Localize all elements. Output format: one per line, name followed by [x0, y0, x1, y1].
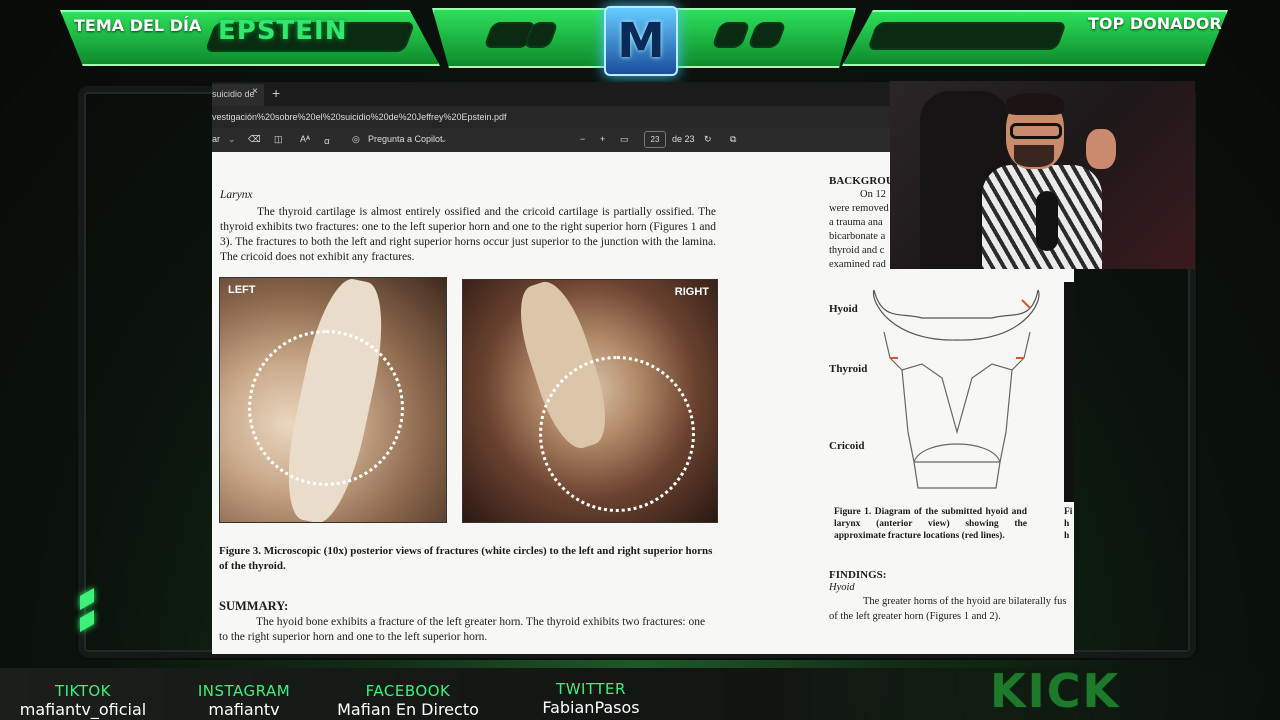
photo-left-label: LEFT — [228, 284, 256, 296]
social-network-name: TIKTOK — [54, 682, 112, 700]
social-handle: Mafian En Directo — [337, 700, 479, 719]
two-page-icon[interactable]: ⧉ — [730, 134, 736, 145]
larynx-paragraph: The thyroid cartilage is almost entirely… — [220, 206, 716, 263]
browser-tabstrip: suicidio de × + — [212, 82, 890, 106]
page-total: de 23 — [672, 134, 695, 144]
figure1-caption: Figure 1. Diagram of the submitted hyoid… — [834, 507, 1027, 541]
streamer-hand — [1086, 129, 1116, 169]
close-tab-icon[interactable]: × — [252, 86, 258, 97]
right-edge-fragment: h — [1064, 531, 1070, 541]
top-donor-label: TOP DONADOR — [1088, 14, 1222, 33]
figure3-caption: Figure 3. Microscopic (10x) posterior vi… — [219, 545, 713, 572]
draw-menu[interactable]: ar — [212, 134, 220, 144]
eraser-icon[interactable]: ⌫ — [248, 134, 261, 145]
background-line: examined rad — [829, 259, 886, 270]
chevron-down-icon[interactable]: ⌄ — [440, 134, 448, 145]
copilot-icon[interactable]: ◎ — [352, 134, 360, 145]
streamer-glasses — [1010, 123, 1062, 139]
topic-label: TEMA DEL DÍA — [74, 16, 202, 35]
zoom-out-button[interactable]: − — [580, 134, 585, 144]
fracture-circle — [248, 330, 404, 486]
microphone — [1036, 191, 1058, 251]
right-edge-fragment: h — [1064, 519, 1070, 529]
new-tab-button[interactable]: + — [272, 85, 280, 101]
background-line: thyroid and c — [829, 245, 885, 256]
social-handle: mafiantv — [208, 700, 280, 719]
summary-heading: SUMMARY: — [219, 599, 289, 613]
findings-subheading: Hyoid — [829, 582, 855, 593]
figure3-right-photo: RIGHT — [462, 279, 718, 523]
url-text: vestigación%20sobre%20el%20suicidio%20de… — [212, 112, 507, 122]
page-view-icon[interactable]: ◫ — [274, 134, 283, 145]
social-network-name: INSTAGRAM — [197, 682, 291, 700]
social-facebook[interactable]: FACEBOOK Mafian En Directo — [326, 682, 490, 719]
social-twitter[interactable]: TWITTER FabianPasos — [524, 680, 658, 717]
figure3-left-photo: LEFT — [219, 277, 447, 523]
chevron-down-icon[interactable]: ⌄ — [228, 134, 236, 145]
kick-logo: KICK — [990, 664, 1121, 718]
fracture-circle — [539, 356, 695, 512]
photo-right-label: RIGHT — [674, 286, 709, 298]
social-handle: FabianPasos — [542, 698, 640, 717]
streamer-beard — [1014, 145, 1054, 167]
copilot-button[interactable]: Pregunta a Copilot — [368, 134, 443, 144]
right-edge-fragment: Fi — [1064, 507, 1073, 517]
zoom-in-button[interactable]: + — [600, 134, 605, 144]
diagram-label-hyoid: Hyoid — [829, 303, 858, 315]
rotate-icon[interactable]: ↻ — [704, 134, 712, 145]
adjacent-page-edge — [1064, 282, 1074, 502]
donor-slot — [866, 22, 1068, 50]
background-line: were removed — [829, 203, 889, 214]
channel-logo: M — [604, 6, 678, 76]
larynx-diagram — [872, 289, 1040, 489]
larynx-heading: Larynx — [220, 189, 253, 201]
findings-paragraph: The greater horns of the hyoid are bilat… — [829, 596, 1067, 622]
overlay-topbar: TEMA DEL DÍA EPSTEIN TOP DONADOR M — [0, 0, 1280, 76]
decorative-bars — [80, 587, 94, 636]
background-line: bicarbonate a — [829, 231, 886, 242]
fit-page-icon[interactable]: ▭ — [620, 134, 629, 145]
social-network-name: FACEBOOK — [365, 682, 451, 700]
address-bar[interactable]: vestigación%20sobre%20el%20suicidio%20de… — [212, 106, 890, 128]
topic-text: EPSTEIN — [218, 16, 348, 46]
page-number-input[interactable]: 23 — [644, 131, 666, 148]
social-instagram[interactable]: INSTAGRAM mafiantv — [186, 682, 302, 719]
social-tiktok[interactable]: TIKTOK mafiantv_oficial — [18, 682, 148, 719]
pdf-viewer-chrome: suicidio de × + vestigación%20sobre%20el… — [212, 82, 890, 152]
logo-letter: M — [617, 13, 665, 69]
translate-icon[interactable]: ꭤ — [324, 134, 330, 147]
webcam-feed — [890, 81, 1195, 269]
social-handle: mafiantv_oficial — [19, 700, 147, 719]
pdf-toolbar: ar ⌄ ⌫ ◫ Aᴬ ꭤ ◎ Pregunta a Copilot ⌄ − +… — [212, 128, 890, 152]
background-line: a trauma ana — [829, 217, 883, 228]
diagram-label-cricoid: Cricoid — [829, 440, 865, 452]
background-line: On 12 — [860, 189, 886, 200]
social-network-name: TWITTER — [556, 680, 626, 698]
summary-paragraph: The hyoid bone exhibits a fracture of th… — [219, 616, 706, 643]
streamer-hair — [1006, 93, 1064, 115]
read-aloud-icon[interactable]: Aᴬ — [300, 134, 310, 144]
browser-tab-title: suicidio de — [212, 89, 255, 99]
